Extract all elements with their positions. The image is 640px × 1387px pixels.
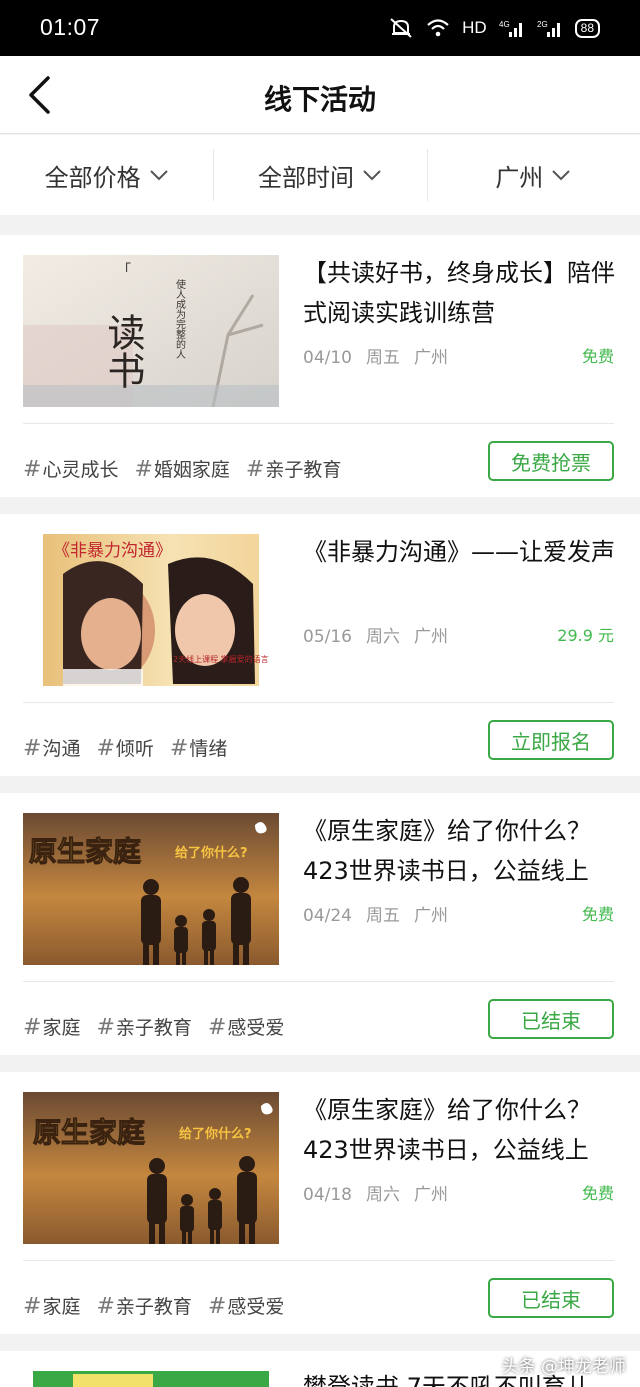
tag[interactable]: #感受爱	[208, 1013, 284, 1040]
filter-city-label: 广州	[495, 163, 544, 192]
event-price: 免费	[581, 347, 614, 366]
event-card[interactable]: 原生家庭 给了你什么? 《原生家庭》给了你什么？423世界读书日，公益线上 04…	[0, 793, 640, 1055]
page-title: 线下活动	[263, 83, 376, 116]
event-image-family[interactable]: 原生家庭 给了你什么?	[23, 1092, 279, 1244]
network-label: HD	[462, 18, 487, 37]
event-price: 29.9 元	[557, 626, 614, 645]
event-card[interactable]: 原生家庭 给了你什么? 《原生家庭》给了你什么？423世界读书日，公益线上 04…	[0, 1072, 640, 1334]
event-image-nvc[interactable]: 《非暴力沟通》 2天线上课程 掌握爱的语言	[23, 534, 279, 686]
wifi-icon	[427, 19, 449, 37]
tag[interactable]: #沟通	[23, 734, 80, 761]
chevron-down-icon	[149, 170, 168, 181]
event-title[interactable]: 【共读好书，终身成长】陪伴式阅读实践训练营	[303, 253, 618, 333]
event-tags: #家庭 #亲子教育 #感受爱	[23, 1292, 284, 1319]
event-title[interactable]: 《非暴力沟通》——让爱发声	[303, 532, 618, 612]
tag[interactable]: #家庭	[23, 1013, 80, 1040]
event-image-reading[interactable]: 「 读书 使人成为完整的人	[23, 255, 279, 407]
divider	[23, 423, 614, 424]
svg-text:2G: 2G	[537, 20, 548, 29]
mute-bell-icon	[390, 18, 412, 38]
ended-button[interactable]: 已结束	[488, 999, 614, 1039]
tag[interactable]: #婚姻家庭	[134, 455, 229, 482]
event-meta: 04/24 周五 广州	[303, 906, 448, 926]
event-tags: #心灵成长 #婚姻家庭 #亲子教育	[23, 455, 341, 482]
status-time: 01:07	[40, 14, 101, 40]
filter-price-label: 全部价格	[44, 163, 141, 192]
nav-bar: 线下活动	[0, 56, 640, 134]
event-card[interactable]: 《非暴力沟通》 2天线上课程 掌握爱的语言 《非暴力沟通》——让爱发声 05/1…	[0, 514, 640, 776]
signal-2g-icon: 2G	[537, 20, 560, 37]
tag[interactable]: #心灵成长	[23, 455, 118, 482]
divider	[23, 1260, 614, 1261]
image-main-text: 读书	[101, 313, 145, 389]
filter-bar: 全部价格 全部时间 广州	[0, 135, 640, 215]
register-button[interactable]: 立即报名	[488, 720, 614, 760]
tag[interactable]: #情绪	[170, 734, 227, 761]
divider	[23, 981, 614, 982]
ended-button[interactable]: 已结束	[488, 1278, 614, 1318]
filter-time-label: 全部时间	[257, 163, 354, 192]
status-bar: 01:07 HD 4G 2G 88	[0, 0, 640, 56]
tag[interactable]: #家庭	[23, 1292, 80, 1319]
watermark: 头条 @坤龙老师	[501, 1357, 626, 1377]
battery-icon: 88	[574, 18, 600, 38]
filter-time[interactable]: 全部时间	[213, 135, 426, 215]
image-main-text: 《非暴力沟通》	[53, 541, 172, 561]
tag[interactable]: #亲子教育	[246, 455, 341, 482]
image-side-text: 2天线上课程 掌握爱的语言	[173, 654, 269, 664]
event-title[interactable]: 《原生家庭》给了你什么？423世界读书日，公益线上	[303, 811, 618, 891]
event-meta: 05/16 周六 广州	[303, 627, 448, 647]
svg-text:4G: 4G	[499, 20, 510, 29]
event-title[interactable]: 《原生家庭》给了你什么？423世界读书日，公益线上	[303, 1090, 618, 1170]
signal-4g-icon: 4G	[499, 20, 522, 37]
image-main-text: 原生家庭	[29, 835, 141, 868]
filter-price[interactable]: 全部价格	[0, 135, 213, 215]
status-icons: HD 4G 2G 88	[388, 14, 600, 42]
image-side-text: 给了你什么?	[175, 845, 248, 861]
tag[interactable]: #倾听	[96, 734, 153, 761]
event-card[interactable]: 「 读书 使人成为完整的人 【共读好书，终身成长】陪伴式阅读实践训练营 04/1…	[0, 235, 640, 497]
event-tags: #家庭 #亲子教育 #感受爱	[23, 1013, 284, 1040]
image-main-text: 原生家庭	[33, 1116, 145, 1149]
svg-text:「: 「	[117, 263, 131, 279]
event-tags: #沟通 #倾听 #情绪	[23, 734, 227, 761]
event-price: 免费	[581, 1184, 614, 1203]
image-side-text: 使人成为完整的人	[174, 278, 186, 359]
event-meta: 04/10 周五 广州	[303, 348, 448, 368]
image-side-text: 给了你什么?	[179, 1126, 252, 1142]
divider	[23, 702, 614, 703]
event-meta: 04/18 周六 广州	[303, 1185, 448, 1205]
event-image-family[interactable]: 原生家庭 给了你什么?	[23, 813, 279, 965]
filter-city[interactable]: 广州	[426, 135, 640, 215]
chevron-down-icon	[552, 170, 571, 181]
tag[interactable]: #亲子教育	[96, 1013, 191, 1040]
event-price: 免费	[581, 905, 614, 924]
event-image-partial[interactable]	[33, 1371, 269, 1387]
tag[interactable]: #感受爱	[208, 1292, 284, 1319]
free-ticket-button[interactable]: 免费抢票	[488, 441, 614, 481]
tag[interactable]: #亲子教育	[96, 1292, 191, 1319]
chevron-down-icon	[363, 170, 381, 181]
